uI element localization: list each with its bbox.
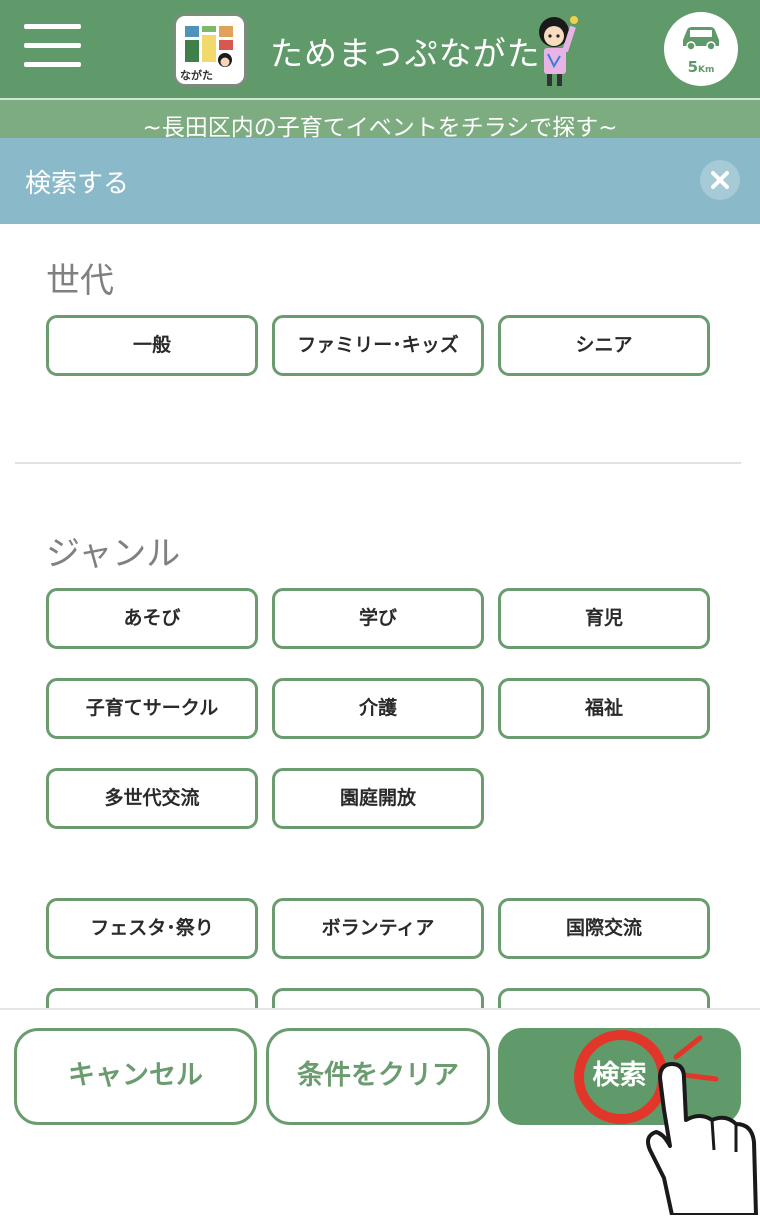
generation-option-family-kids[interactable]: ファミリー･キッズ	[272, 315, 484, 376]
search-panel-header: 検索する	[0, 138, 760, 224]
menu-icon[interactable]	[24, 24, 81, 68]
subtitle-bar: ~長田区内の子育てイベントをチラシで探す~	[0, 98, 760, 141]
genre-option-garden-open[interactable]: 園庭開放	[272, 768, 484, 829]
genre-option-learning[interactable]: 学び	[272, 588, 484, 649]
close-x-glyph	[711, 171, 729, 189]
distance-value: 5	[687, 58, 699, 76]
genre-option-volunteer[interactable]: ボランティア	[272, 898, 484, 959]
distance-button[interactable]: 5Km	[664, 12, 738, 86]
genre-option-festival[interactable]: フェスタ･祭り	[46, 898, 258, 959]
car-icon	[683, 27, 719, 50]
cancel-button[interactable]: キャンセル	[14, 1028, 257, 1125]
logo-text: ながた	[180, 69, 213, 82]
distance-unit: Km	[698, 65, 715, 75]
genre-option-multigenerational[interactable]: 多世代交流	[46, 768, 258, 829]
genre-option-nursing-care[interactable]: 介護	[272, 678, 484, 739]
generation-option-general[interactable]: 一般	[46, 315, 258, 376]
app-title: ためまっぷながた	[270, 34, 541, 73]
search-button[interactable]: 検索	[498, 1028, 741, 1125]
genre-option-childcare[interactable]: 育児	[498, 588, 710, 649]
section-divider	[15, 462, 741, 464]
genre-option-parenting-circle[interactable]: 子育てサークル	[46, 678, 258, 739]
clear-conditions-button[interactable]: 条件をクリア	[266, 1028, 490, 1125]
app-logo: ながた	[173, 13, 247, 87]
genre-option-play[interactable]: あそび	[46, 588, 258, 649]
genre-section-title: ジャンル	[46, 534, 181, 574]
genre-option-international[interactable]: 国際交流	[498, 898, 710, 959]
genre-option-welfare[interactable]: 福祉	[498, 678, 710, 739]
generation-option-senior[interactable]: シニア	[498, 315, 710, 376]
search-panel-title: 検索する	[25, 169, 130, 199]
subtitle: ~長田区内の子育てイベントをチラシで探す~	[142, 115, 618, 141]
app-header: ながた ためまっぷながた 5Km	[0, 0, 760, 98]
generation-section-title: 世代	[46, 261, 114, 301]
close-icon[interactable]	[700, 160, 740, 200]
search-button-label: 検索	[592, 1060, 647, 1091]
distance-label: 5Km	[664, 58, 738, 76]
mascot-character-icon	[539, 16, 578, 86]
